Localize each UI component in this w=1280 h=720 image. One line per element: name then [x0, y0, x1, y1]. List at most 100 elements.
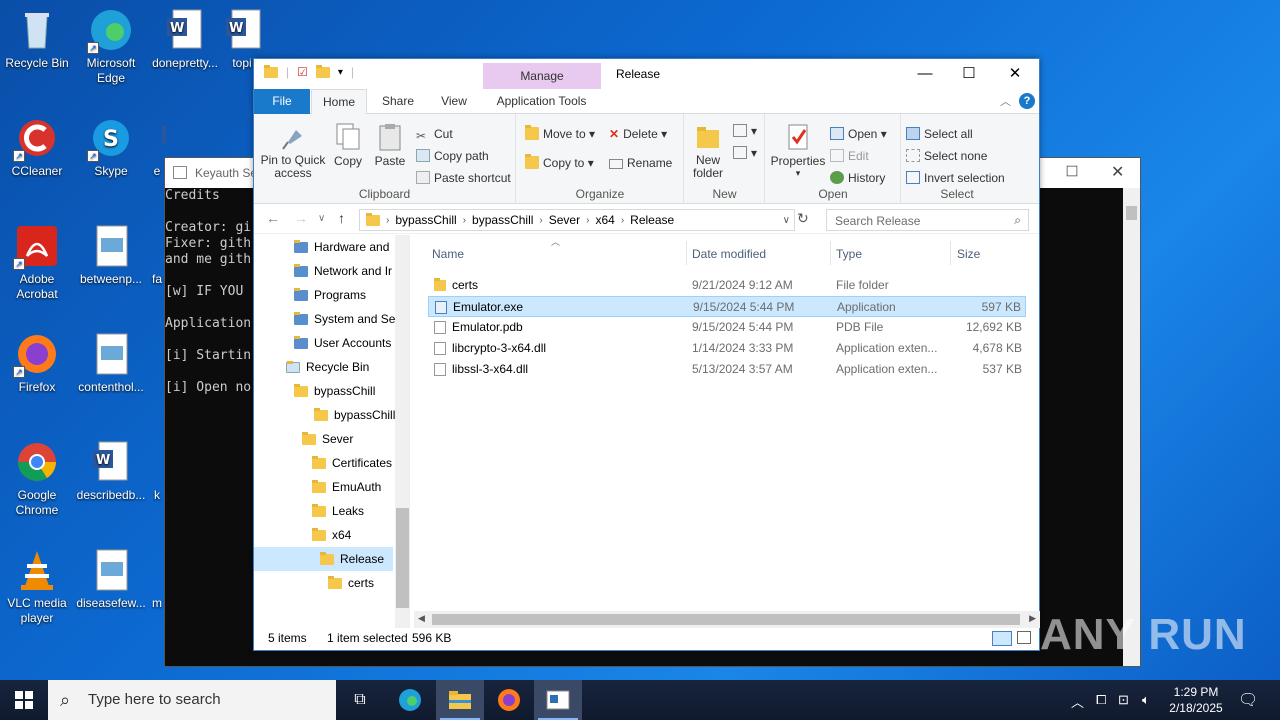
paste-shortcut-button[interactable]: Paste shortcut	[416, 171, 511, 185]
breadcrumb-item[interactable]: Sever	[549, 213, 580, 227]
taskbar-clock[interactable]: 1:29 PM 2/18/2025	[1160, 684, 1232, 716]
nav-item[interactable]: Recycle Bin	[286, 355, 369, 379]
properties-button[interactable]: Properties ▾	[770, 122, 826, 179]
nav-item[interactable]: Release	[254, 547, 393, 571]
taskbar-file-explorer[interactable]	[436, 680, 484, 720]
desktop-icon-ccleaner[interactable]: ↗ CCleaner	[0, 116, 74, 179]
scroll-left-icon[interactable]: ◀	[418, 613, 425, 624]
large-icons-view-icon[interactable]	[1017, 631, 1031, 644]
breadcrumb-item[interactable]: bypassChill	[395, 213, 456, 227]
explorer-window[interactable]: | ☑ ▾ | Manage Release — ☐ ✕ File Home S…	[253, 58, 1040, 651]
taskbar-console-app[interactable]	[534, 680, 582, 720]
task-view-button[interactable]: ⧉	[336, 680, 384, 720]
desktop-icon-image[interactable]: contenthol...	[74, 332, 148, 395]
pin-quick-access-button[interactable]: Pin to Quick access	[260, 122, 326, 180]
properties-qat-icon[interactable]: ☑	[297, 65, 308, 79]
column-header-size[interactable]: Size	[957, 247, 980, 261]
column-header-date[interactable]: Date modified	[692, 247, 766, 261]
close-icon[interactable]: ✕	[1111, 162, 1124, 182]
recent-locations-button[interactable]: ∨	[318, 213, 325, 224]
ethernet-icon[interactable]: ⊡	[1118, 692, 1129, 708]
help-icon[interactable]: ?	[1019, 93, 1035, 109]
file-row[interactable]: libssl-3-x64.dll 5/13/2024 3:57 AM Applica…	[428, 359, 1026, 380]
collapse-ribbon-icon[interactable]: ︿	[1000, 93, 1011, 109]
taskbar-edge[interactable]	[386, 680, 434, 720]
address-dropdown-icon[interactable]: ∨	[783, 215, 790, 226]
address-bar[interactable]: › bypassChill › bypassChill › Sever › x6…	[359, 209, 795, 231]
start-button[interactable]	[0, 680, 48, 720]
nav-item[interactable]: Certificates	[312, 451, 392, 475]
qat-dropdown-icon[interactable]: ▾	[338, 67, 343, 78]
explorer-titlebar[interactable]: | ☑ ▾ | Manage Release — ☐ ✕	[254, 59, 1039, 89]
notifications-icon[interactable]: 🗨︎	[1238, 690, 1258, 710]
console-scroll-thumb[interactable]	[1126, 206, 1137, 220]
network-icon[interactable]: ⧠	[1096, 692, 1106, 708]
open-button[interactable]: Open ▾	[830, 127, 887, 141]
select-none-button[interactable]: Select none	[906, 149, 987, 163]
file-row[interactable]: certs 9/21/2024 9:12 AM File folder	[428, 275, 1026, 296]
desktop-icon-partial[interactable]: fa	[150, 224, 164, 287]
forward-button[interactable]: →	[294, 210, 308, 226]
history-button[interactable]: History	[830, 171, 885, 185]
tab-home[interactable]: Home	[311, 89, 367, 115]
nav-item[interactable]: x64	[312, 523, 351, 547]
desktop-icon-skype[interactable]: S ↗ Skype	[74, 116, 148, 179]
desktop-icon-vlc[interactable]: VLC media player	[0, 548, 74, 626]
desktop-icon-partial[interactable]: m	[150, 548, 164, 611]
copy-path-button[interactable]: Copy path	[416, 149, 489, 163]
desktop-icon-chrome[interactable]: Google Chrome	[0, 440, 74, 518]
tab-view[interactable]: View	[434, 89, 474, 114]
console-scrollbar[interactable]	[1123, 188, 1140, 666]
easy-access-button[interactable]: ▾	[733, 146, 757, 160]
tab-share[interactable]: Share	[378, 89, 418, 114]
close-button[interactable]: ✕	[992, 59, 1038, 89]
nav-item[interactable]: certs	[328, 571, 374, 595]
nav-item[interactable]: bypassChill	[314, 403, 395, 427]
breadcrumb-item[interactable]: bypassChill	[472, 213, 533, 227]
tab-manage[interactable]: Manage	[483, 63, 601, 89]
nav-item[interactable]: EmuAuth	[312, 475, 381, 499]
column-header-name[interactable]: Name	[432, 247, 464, 261]
nav-item[interactable]: Sever	[302, 427, 353, 451]
taskbar-search[interactable]: ⌕ Type here to search	[48, 680, 336, 720]
nav-item[interactable]: System and Sec	[294, 307, 401, 331]
nav-item[interactable]: bypassChill	[294, 379, 375, 403]
taskbar-firefox[interactable]	[485, 680, 533, 720]
desktop-icon-recycle-bin[interactable]: Recycle Bin	[0, 8, 74, 71]
file-row[interactable]: Emulator.exe 9/15/2024 5:44 PM Application…	[428, 296, 1026, 317]
desktop-icon-image[interactable]: betweenp...	[74, 224, 148, 287]
invert-selection-button[interactable]: Invert selection	[906, 171, 1005, 185]
tab-file[interactable]: File	[254, 89, 310, 114]
maximize-icon[interactable]	[1066, 165, 1078, 177]
new-folder-qat-icon[interactable]	[315, 64, 330, 78]
details-view-icon[interactable]	[992, 631, 1012, 646]
desktop-icon-acrobat[interactable]: ↗ Adobe Acrobat	[0, 224, 74, 302]
volume-icon[interactable]: 🔈︎	[1142, 692, 1150, 708]
new-folder-button[interactable]: New folder	[689, 122, 727, 180]
desktop-icon-partial[interactable]: k	[150, 440, 164, 503]
move-to-button[interactable]: Move to ▾	[525, 125, 595, 141]
column-divider[interactable]	[950, 241, 951, 265]
select-all-button[interactable]: Select all	[906, 127, 973, 141]
breadcrumb-item[interactable]: Release	[630, 213, 674, 227]
rename-button[interactable]: Rename	[609, 156, 672, 170]
desktop-icon-image[interactable]: diseasefew...	[74, 548, 148, 611]
scroll-right-icon[interactable]: ▶	[1029, 613, 1036, 624]
delete-button[interactable]: ✕ Delete ▾	[609, 127, 667, 141]
copy-button[interactable]: Copy	[330, 122, 366, 168]
desktop-icon-doc[interactable]: W donepretty...	[148, 8, 222, 71]
file-row[interactable]: Emulator.pdb 9/15/2024 5:44 PM PDB File 12,…	[428, 317, 1026, 338]
show-hidden-icons[interactable]: ︿	[1071, 692, 1084, 711]
cut-button[interactable]: ✂ Cut	[416, 127, 453, 143]
tab-application-tools[interactable]: Application Tools	[484, 89, 599, 114]
refresh-button[interactable]: ↻	[797, 210, 809, 227]
maximize-button[interactable]: ☐	[946, 59, 992, 89]
new-item-button[interactable]: ▾	[733, 124, 757, 138]
horizontal-scroll-thumb[interactable]	[432, 614, 1020, 625]
breadcrumb-item[interactable]: x64	[595, 213, 614, 227]
desktop-icon-edge[interactable]: ↗ Microsoft Edge	[74, 8, 148, 86]
column-divider[interactable]	[686, 241, 687, 265]
nav-scroll-thumb[interactable]	[396, 508, 409, 608]
paste-button[interactable]: Paste	[372, 122, 408, 168]
column-header-type[interactable]: Type	[836, 247, 862, 261]
